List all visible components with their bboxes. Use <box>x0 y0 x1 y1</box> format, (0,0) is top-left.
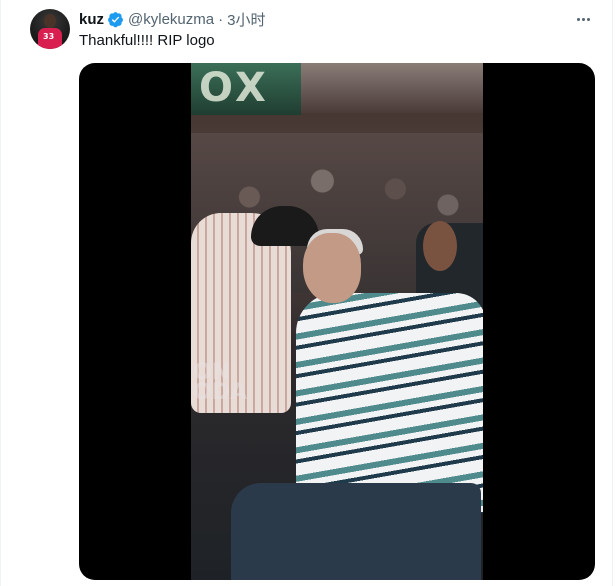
spectator-face <box>423 221 457 271</box>
timeline-border-left <box>0 0 1 586</box>
timeline-border-right <box>612 0 613 586</box>
elderly-man-head <box>303 233 361 303</box>
arena-railing <box>301 63 483 113</box>
tweet-timestamp[interactable]: 3小时 <box>227 9 265 30</box>
tweet-header: kuz @kylekuzma · 3小时 <box>79 9 265 29</box>
verified-badge-icon[interactable] <box>107 11 124 28</box>
court-sign-graphic: ON ODA <box>193 360 247 405</box>
tweet-media-video[interactable]: ОX ON ODA <box>79 63 595 580</box>
more-options-icon[interactable] <box>572 9 594 29</box>
separator-dot: · <box>218 10 224 28</box>
author-name[interactable]: kuz <box>79 11 104 28</box>
video-frame[interactable]: ОX ON ODA <box>191 63 483 580</box>
arena-scoreboard: ОX <box>191 63 301 115</box>
avatar-head <box>44 14 56 28</box>
author-avatar[interactable]: 33 <box>30 9 70 49</box>
tweet-text: Thankful!!!! RIP logo <box>79 32 215 49</box>
author-handle[interactable]: @kylekuzma <box>128 11 214 28</box>
seated-legs <box>231 483 481 580</box>
avatar-jersey-number: 33 <box>43 32 55 41</box>
scoreboard-graphic: ОX <box>199 65 268 111</box>
striped-sweater <box>296 293 483 513</box>
